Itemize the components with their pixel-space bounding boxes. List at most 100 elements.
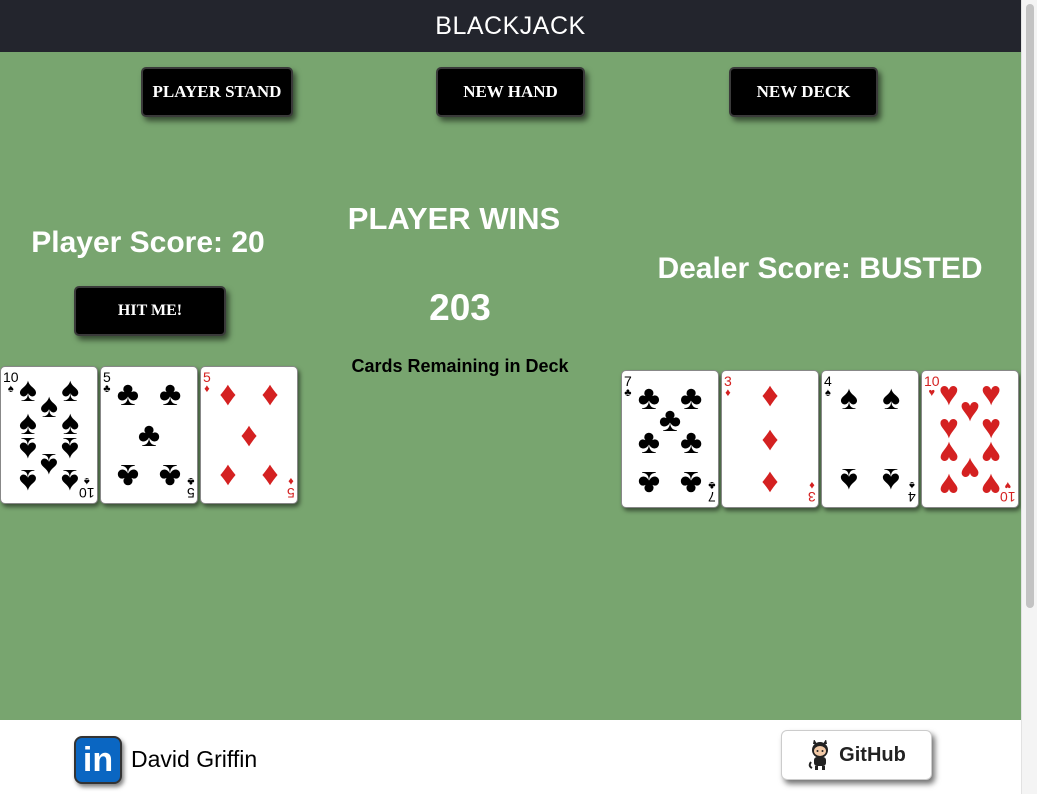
vertical-scrollbar[interactable] — [1021, 0, 1037, 794]
card-rank: 10 — [924, 373, 940, 389]
card-corner-index: 3 ♦ — [808, 479, 816, 505]
card-suit: ♠ — [7, 383, 14, 395]
footer: in David Griffin GitHub — [0, 720, 1021, 794]
card-pip: ♠ — [39, 445, 59, 484]
card-pip: ♦ — [261, 456, 279, 495]
card-pip: ♦ — [761, 420, 779, 458]
card-pip: ♠ — [61, 462, 80, 501]
card-rank: 5 — [203, 369, 211, 385]
card-suit: ♥ — [928, 387, 936, 399]
card-corner-index: 4 ♠ — [908, 479, 916, 505]
card-corner-index: 5 ♣ — [103, 370, 111, 395]
card-corner-index: 7 ♣ — [708, 479, 716, 505]
card-pip: ♣ — [679, 463, 703, 502]
card-pip: ♣ — [658, 400, 682, 439]
card-pip: ♥ — [981, 433, 1002, 472]
github-icon — [808, 740, 829, 770]
card-suit: ♦ — [204, 383, 210, 395]
card-suit: ♦ — [809, 479, 815, 491]
card-pip: ♣ — [137, 416, 161, 454]
card-pip: ♦ — [219, 375, 237, 414]
card-pip: ♥ — [938, 375, 959, 414]
card-suit: ♠ — [824, 387, 831, 399]
card-pip: ♦ — [240, 416, 258, 454]
card-pip: ♣ — [637, 422, 661, 461]
playing-card: 5 ♦ 5 ♦ ♦ ♦ ♦ ♦ ♦ — [200, 366, 298, 504]
github-label: GitHub — [839, 743, 906, 766]
playing-card: 3 ♦ 3 ♦ ♦ ♦ ♦ — [721, 370, 819, 508]
card-pip: ♦ — [761, 463, 779, 502]
card-pip: ♦ — [761, 376, 779, 415]
card-corner-index: 10 ♠ — [79, 475, 95, 501]
card-pip: ♠ — [18, 429, 37, 468]
card-pip: ♠ — [39, 387, 59, 426]
card-pip: ♠ — [839, 379, 858, 418]
card-rank: 10 — [1000, 489, 1016, 505]
playing-card: 10 ♥ 10 ♥ ♥ ♥ ♥ ♥ ♥ ♥ ♥ ♥ ♥ ♥ — [921, 370, 1019, 508]
hit-me-button[interactable]: HIT ME! — [74, 286, 226, 336]
card-rank: 4 — [908, 489, 916, 505]
card-suit: ♦ — [288, 475, 294, 487]
card-pip: ♣ — [637, 463, 661, 502]
game-result: PLAYER WINS — [347, 201, 561, 236]
card-suit: ♠ — [84, 475, 91, 487]
card-corner-index: 10 ♠ — [3, 370, 19, 395]
app-title: BLACKJACK — [435, 11, 586, 40]
game-table: PLAYER STAND NEW HAND NEW DECK Player Sc… — [0, 52, 1021, 720]
new-deck-button[interactable]: NEW DECK — [729, 67, 878, 117]
cards-remaining-label: Cards Remaining in Deck — [351, 356, 569, 376]
card-rank: 7 — [708, 489, 716, 505]
card-suit: ♣ — [624, 387, 632, 399]
card-rank: 4 — [824, 373, 832, 389]
card-pip: ♠ — [18, 371, 37, 410]
card-rank: 3 — [808, 489, 816, 505]
card-corner-index: 5 ♦ — [203, 370, 211, 395]
card-pip: ♥ — [959, 391, 981, 430]
card-pip: ♠ — [882, 379, 901, 418]
card-corner-index: 5 ♦ — [287, 475, 295, 501]
player-score: Player Score: 20 — [31, 226, 265, 259]
card-pip: ♣ — [637, 379, 661, 418]
card-pip: ♥ — [981, 375, 1002, 414]
app-header: BLACKJACK — [0, 0, 1021, 52]
card-rank: 5 — [287, 485, 295, 501]
card-pip: ♠ — [839, 460, 858, 499]
card-pip: ♦ — [219, 456, 237, 495]
card-pip: ♠ — [61, 429, 80, 468]
card-suit: ♣ — [103, 383, 111, 395]
card-pip: ♣ — [116, 456, 140, 495]
card-pip: ♥ — [938, 466, 959, 505]
card-pip: ♥ — [981, 466, 1002, 505]
card-pip: ♣ — [116, 375, 140, 414]
card-pip: ♠ — [18, 462, 37, 501]
card-rank: 10 — [79, 485, 95, 501]
new-hand-button[interactable]: NEW HAND — [436, 67, 585, 117]
scrollbar-thumb[interactable] — [1026, 4, 1034, 608]
linkedin-icon-text: in — [82, 740, 114, 779]
card-pip: ♥ — [959, 449, 981, 488]
card-pip: ♥ — [938, 433, 959, 472]
card-corner-index: 5 ♣ — [187, 475, 195, 501]
dealer-score: Dealer Score: BUSTED — [657, 252, 983, 285]
card-pip: ♣ — [158, 456, 182, 495]
card-pip: ♦ — [261, 375, 279, 414]
playing-card: 5 ♣ 5 ♣ ♣ ♣ ♣ ♣ ♣ — [100, 366, 198, 504]
player-stand-button[interactable]: PLAYER STAND — [141, 67, 293, 117]
github-button[interactable]: GitHub — [781, 730, 932, 780]
playing-card: 10 ♠ 10 ♠ ♠ ♠ ♠ ♠ ♠ ♠ ♠ ♠ ♠ ♠ — [0, 366, 98, 504]
author-name: David Griffin — [131, 746, 258, 772]
card-suit: ♣ — [187, 475, 195, 487]
card-pip: ♠ — [61, 371, 80, 410]
card-rank: 5 — [103, 369, 111, 385]
playing-card: 7 ♣ 7 ♣ ♣ ♣ ♣ ♣ ♣ ♣ ♣ — [621, 370, 719, 508]
card-suit: ♥ — [1004, 479, 1012, 491]
card-suit: ♣ — [708, 479, 716, 491]
card-corner-index: 10 ♥ — [924, 374, 940, 399]
playing-card: 4 ♠ 4 ♠ ♠ ♠ ♠ ♠ — [821, 370, 919, 508]
card-corner-index: 3 ♦ — [724, 374, 732, 399]
linkedin-icon[interactable]: in — [74, 736, 122, 784]
card-pip: ♣ — [679, 379, 703, 418]
card-corner-index: 4 ♠ — [824, 374, 832, 399]
card-rank: 3 — [724, 373, 732, 389]
card-rank: 10 — [3, 369, 19, 385]
